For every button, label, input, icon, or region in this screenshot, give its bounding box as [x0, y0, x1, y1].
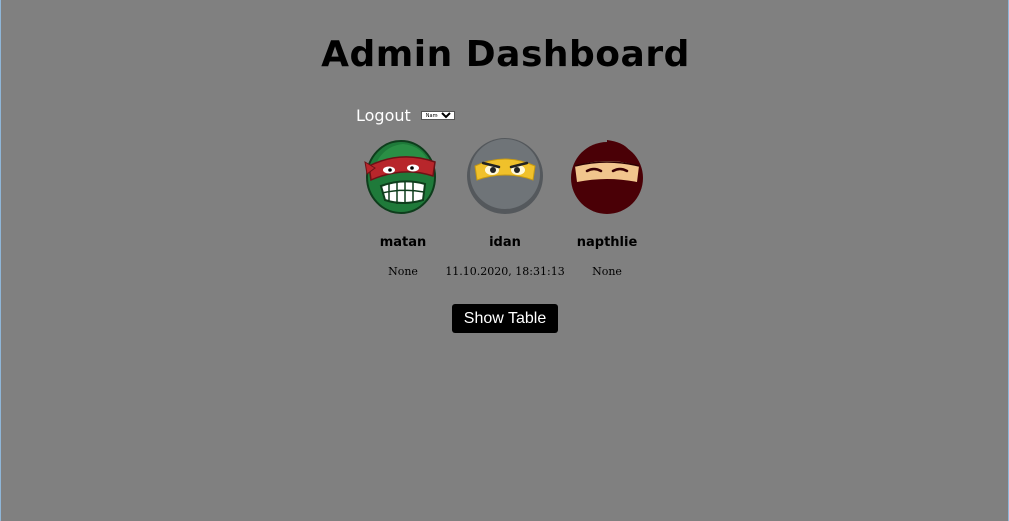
ninja-turtle-red-mask-icon	[364, 140, 436, 214]
user-name: idan	[489, 235, 521, 250]
toolbar: Logout Name	[356, 106, 455, 125]
sort-select[interactable]: Name	[420, 111, 455, 120]
ninja-maroon-hood-icon	[571, 140, 643, 214]
show-table-button[interactable]: Show Table	[452, 304, 558, 333]
user-last-login: 11.10.2020, 18:31:13	[445, 265, 565, 278]
page-title: Admin Dashboard	[321, 34, 690, 75]
user-last-login: None	[388, 265, 418, 278]
user-name: matan	[379, 235, 427, 250]
user-card[interactable]: napthlie None	[556, 136, 658, 278]
user-card[interactable]: matan None	[352, 136, 454, 278]
user-card[interactable]: idan 11.10.2020, 18:31:13	[445, 136, 565, 278]
user-name: napthlie	[576, 235, 638, 250]
user-last-login: None	[592, 265, 622, 278]
user-list: matan None idan 11.10.2020, 18:31:13 nap…	[352, 136, 658, 278]
logout-link[interactable]: Logout	[356, 106, 411, 125]
ninja-gray-yellow-mask-icon	[467, 138, 543, 214]
